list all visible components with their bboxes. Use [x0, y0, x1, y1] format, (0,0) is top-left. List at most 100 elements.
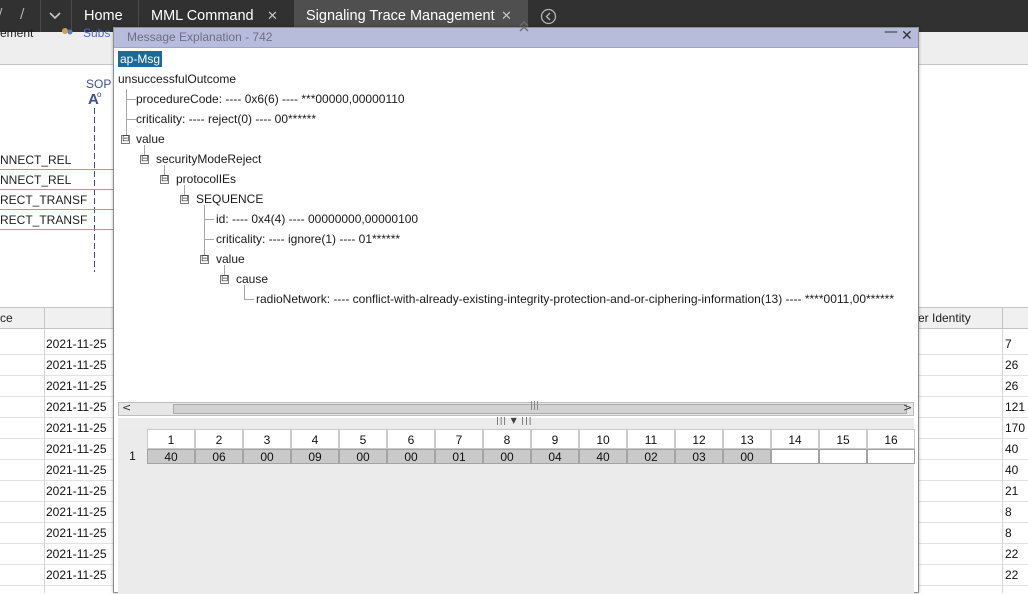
grid-cell-identity[interactable]: 22 [1005, 565, 1018, 586]
scrollbar-thumb[interactable]: ||| [173, 401, 907, 414]
hex-column-header: 15 [819, 429, 867, 449]
grid-cell-identity[interactable]: 26 [1005, 376, 1018, 397]
user-group-icon[interactable] [60, 27, 74, 42]
hex-byte-cell[interactable]: 06 [195, 449, 243, 464]
hex-byte-cell[interactable]: 03 [675, 449, 723, 464]
column-header[interactable]: er Identity [918, 311, 971, 325]
hex-byte-cell[interactable]: 00 [339, 449, 387, 464]
tree-node[interactable]: criticality: ---- ignore(1) ---- 01*****… [216, 232, 400, 246]
grid-cell-date[interactable]: 2021-11-25 [46, 523, 107, 544]
tree-node[interactable]: cause [236, 272, 268, 286]
tree-connector [126, 99, 136, 100]
grid-cell-identity[interactable]: 22 [1005, 544, 1018, 565]
hex-byte-cell[interactable]: 40 [147, 449, 195, 464]
hex-byte-cell[interactable] [819, 449, 867, 464]
splitter-grip-icon[interactable]: ||| ▼ ||| [496, 416, 532, 425]
hex-column-header: 11 [627, 429, 675, 449]
column-divider [44, 308, 45, 329]
tree-node[interactable]: SEQUENCE [196, 192, 263, 206]
hex-column-header: 3 [243, 429, 291, 449]
grid-cell-date[interactable]: 2021-11-25 [46, 355, 107, 376]
slash-glyph: / [0, 7, 2, 22]
tab-divider [40, 0, 41, 32]
hex-column-header: 12 [675, 429, 723, 449]
hex-byte-cell[interactable]: 00 [243, 449, 291, 464]
tab-label: Home [84, 8, 123, 24]
hex-byte-cell[interactable]: 00 [723, 449, 771, 464]
grid-cell-identity[interactable]: 8 [1005, 502, 1012, 523]
scroll-left-icon[interactable]: < [122, 401, 131, 414]
grid-cell-date[interactable]: 2021-11-25 [46, 565, 107, 586]
tab-label: Signaling Trace Management [306, 8, 495, 24]
grid-cell-identity[interactable]: 26 [1005, 355, 1018, 376]
minimize-icon[interactable]: — [884, 24, 898, 40]
flow-message[interactable]: NNECT_REL [0, 173, 71, 187]
tree-node[interactable]: procedureCode: ---- 0x6(6) ---- ***00000… [136, 92, 405, 106]
hex-byte-cell[interactable]: 09 [291, 449, 339, 464]
flow-message[interactable]: RECT_TRANSF [0, 213, 87, 227]
grid-cell-identity[interactable]: 40 [1005, 439, 1018, 460]
grid-cell-identity[interactable]: 170 [1005, 418, 1025, 439]
grid-cell-identity[interactable]: 21 [1005, 481, 1018, 502]
close-icon[interactable]: ✕ [901, 28, 913, 44]
grid-cell-date[interactable]: 2021-11-25 [46, 397, 107, 418]
toolbar-item[interactable]: ement [0, 26, 33, 40]
grid-cell-date[interactable]: 2021-11-25 [46, 460, 107, 481]
grid-cell-identity[interactable]: 7 [1005, 334, 1012, 355]
hex-column-header: 2 [195, 429, 243, 449]
hex-byte-cell[interactable]: 04 [531, 449, 579, 464]
dialog-title-bar[interactable]: Message Explanation - 742 — ✕ [114, 24, 918, 48]
scroll-right-icon[interactable]: > [903, 401, 912, 414]
chevron-down-icon[interactable] [48, 9, 62, 26]
tree-node[interactable]: radioNetwork: ---- conflict-with-already… [256, 292, 894, 306]
tree-node[interactable]: criticality: ---- reject(0) ---- 00*****… [136, 112, 316, 126]
toolbar-item[interactable]: Subs [83, 26, 110, 40]
grid-cell-date[interactable]: 2021-11-25 [46, 418, 107, 439]
hex-column-header: 14 [771, 429, 819, 449]
tree-node[interactable]: value [216, 252, 245, 266]
collapse-toggle[interactable]: ⊟ [140, 155, 149, 164]
hex-column-header: 4 [291, 429, 339, 449]
message-explanation-dialog: Message Explanation - 742 — ✕ ap-Msg uns… [113, 21, 919, 594]
flow-message[interactable]: NNECT_REL [0, 153, 71, 167]
hex-byte-cell[interactable]: 00 [387, 449, 435, 464]
hex-column-header: 13 [723, 429, 771, 449]
hex-byte-cell[interactable] [867, 449, 915, 464]
hex-byte-cell[interactable]: 00 [483, 449, 531, 464]
hex-column-header: 10 [579, 429, 627, 449]
double-chevron-up-icon[interactable] [518, 19, 530, 36]
tree-connector [204, 239, 214, 240]
grid-cell-identity[interactable]: 40 [1005, 460, 1018, 481]
hex-byte-cell[interactable]: 01 [435, 449, 483, 464]
horizontal-scrollbar[interactable]: < ||| > [118, 401, 914, 416]
collapse-toggle[interactable]: ⊟ [180, 195, 189, 204]
grid-cell-identity[interactable]: 8 [1005, 523, 1012, 544]
circle-chevron-left-icon[interactable] [540, 8, 557, 28]
tree-node[interactable]: value [136, 132, 165, 146]
tree-node[interactable]: unsuccessfulOutcome [118, 72, 236, 86]
tree-node[interactable]: protocolIEs [176, 172, 236, 186]
grid-cell-date[interactable]: 2021-11-25 [46, 439, 107, 460]
tree-root-node[interactable]: ap-Msg [118, 51, 163, 67]
grid-cell-identity[interactable]: 121 [1005, 397, 1025, 418]
grid-column-divider [1002, 329, 1003, 593]
hex-byte-cell[interactable]: 40 [579, 449, 627, 464]
grid-cell-date[interactable]: 2021-11-25 [46, 502, 107, 523]
tree-node[interactable]: securityModeReject [156, 152, 261, 166]
column-header[interactable]: ce [0, 311, 13, 325]
grid-cell-date[interactable]: 2021-11-25 [46, 376, 107, 397]
grid-cell-date[interactable]: 2021-11-25 [46, 334, 107, 355]
grid-cell-date[interactable]: 2021-11-25 [46, 544, 107, 565]
grid-cell-date[interactable]: 2021-11-25 [46, 481, 107, 502]
flow-message[interactable]: RECT_TRANSF [0, 193, 87, 207]
collapse-toggle[interactable]: ⊟ [121, 135, 130, 144]
tree-node[interactable]: id: ---- 0x4(4) ---- 00000000,00000100 [216, 212, 418, 226]
collapse-toggle[interactable]: ⊟ [220, 275, 229, 284]
collapse-toggle[interactable]: ⊟ [160, 175, 169, 184]
collapse-toggle[interactable]: ⊟ [200, 255, 209, 264]
pane-splitter[interactable]: ||| ▼ ||| [118, 416, 914, 427]
hex-byte-cell[interactable] [771, 449, 819, 464]
hex-byte-cell[interactable]: 02 [627, 449, 675, 464]
tree-connector [244, 299, 254, 300]
hex-column-header: 16 [867, 429, 915, 449]
